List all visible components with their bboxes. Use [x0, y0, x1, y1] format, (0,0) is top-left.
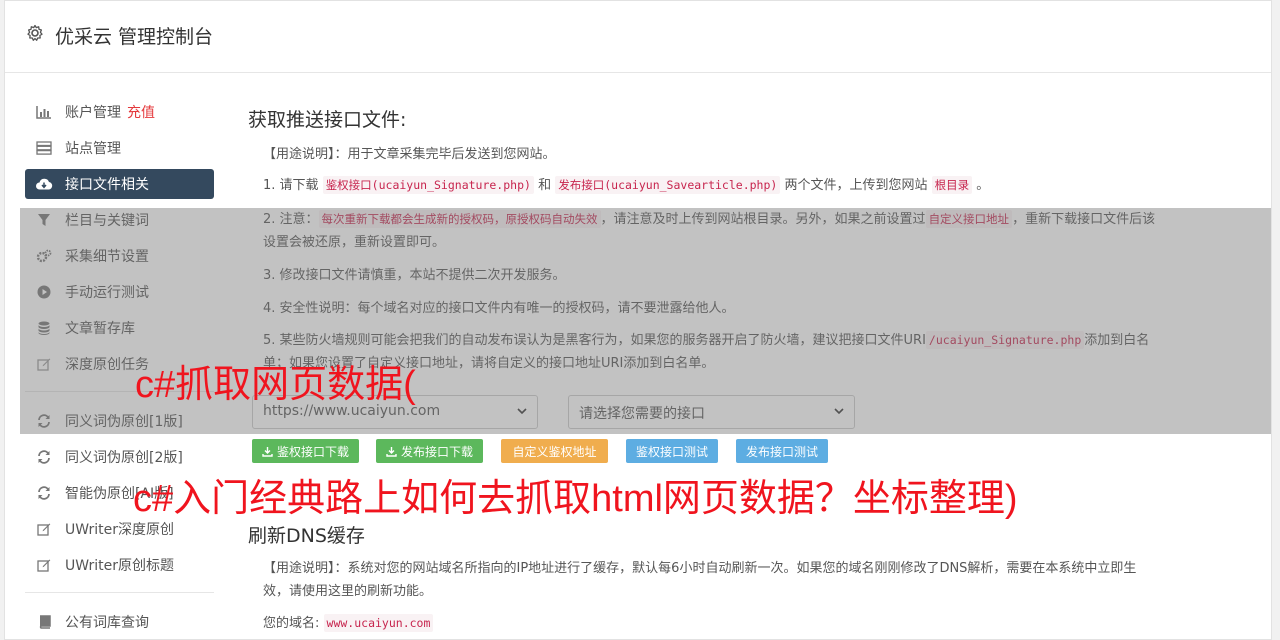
sidebar-item-account[interactable]: 账户管理 充值 — [25, 97, 214, 127]
sidebar-item-label: 站点管理 — [65, 141, 121, 157]
code-warning: 每次重新下载都会生成新的授权码，原授权码自动失效 — [318, 210, 601, 228]
sidebar-item-article-store[interactable]: 文章暂存库 — [25, 313, 214, 343]
instruction-3: 3. 修改接口文件请慎重，本站不提供二次开发服务。 — [263, 268, 566, 283]
bar-chart-icon — [35, 103, 53, 121]
sidebar-item-label: 栏目与关键词 — [65, 213, 149, 229]
domain-row: 您的域名: www.ucaiyun.com — [263, 612, 1158, 635]
sidebar-item-public-lexicon[interactable]: 公有词库查询 — [25, 607, 214, 637]
sidebar-item-uwriter-title[interactable]: UWriter原创标题 — [25, 550, 214, 580]
sidebar-item-sites[interactable]: 站点管理 — [25, 133, 214, 163]
book-icon — [35, 613, 53, 631]
text: 5. 某些防火墙规则可能会把我们的自动发布误认为是黑客行为，如果您的服务器开启了… — [263, 333, 926, 348]
app-window: 优采云 管理控制台 账户管理 充值 站点管理 接口文件相关 栏目与关键词 采集细… — [4, 0, 1272, 640]
test-publish-button[interactable]: 发布接口测试 — [736, 439, 828, 463]
sidebar-item-manual-run[interactable]: 手动运行测试 — [25, 277, 214, 307]
code-signature-uri: /ucaiyun_Signature.php — [925, 331, 1085, 349]
section-title-dns: 刷新DNS缓存 — [248, 525, 365, 547]
sidebar-item-label: 同义词伪原创[1版] — [65, 414, 183, 430]
button-label: 鉴权接口下载 — [276, 444, 349, 459]
code-publish-file: 发布接口(ucaiyun_Savearticle.php) — [555, 176, 781, 194]
cloud-download-icon — [35, 175, 53, 193]
code-signature-file: 鉴权接口(ucaiyun_Signature.php) — [322, 176, 534, 194]
button-label: 自定义鉴权地址 — [512, 444, 597, 459]
api-select[interactable]: 请选择您需要的接口 — [568, 395, 855, 429]
instruction-1: 1. 请下载 鉴权接口(ucaiyun_Signature.php) 和 发布接… — [263, 174, 1158, 197]
sidebar-item-label: UWriter深度原创 — [65, 522, 174, 538]
play-circle-icon — [35, 283, 53, 301]
sidebar-item-interface-files[interactable]: 接口文件相关 — [25, 169, 214, 199]
edit-icon — [35, 520, 53, 538]
filter-icon — [35, 211, 53, 229]
watermark-line-2: c#入门经典路上如何去抓取html网页数据？坐标整理) — [133, 478, 1018, 520]
button-label: 发布接口下载 — [400, 444, 473, 459]
sidebar-item-label: 手动运行测试 — [65, 285, 149, 301]
instruction-2: 2. 注意： 每次重新下载都会生成新的授权码，原授权码自动失效 ，请注意及时上传到网… — [263, 208, 1158, 254]
sidebar-item-label: 同义词伪原创[2版] — [65, 450, 183, 466]
app-title: 优采云 管理控制台 — [55, 26, 214, 48]
download-signature-button[interactable]: 鉴权接口下载 — [252, 439, 359, 463]
api-select-placeholder: 请选择您需要的接口 — [579, 406, 705, 422]
text: ，请注意及时上传到网站根目录。另外，如果之前设置过 — [600, 212, 926, 227]
cogs-icon — [35, 247, 53, 265]
usage-note: 【用途说明】：用于文章采集完毕后发送到您网站。 — [263, 147, 556, 162]
edit-icon — [35, 355, 53, 373]
server-icon — [35, 139, 53, 157]
sidebar-item-collect-settings[interactable]: 采集细节设置 — [25, 241, 214, 271]
download-icon — [386, 446, 397, 457]
sidebar-item-label: 文章暂存库 — [65, 321, 135, 337]
text: 1. 请下载 — [263, 178, 319, 193]
download-icon — [262, 446, 273, 457]
domain-value: www.ucaiyun.com — [323, 614, 434, 632]
button-label: 鉴权接口测试 — [635, 444, 708, 459]
sidebar-item-label: 接口文件相关 — [65, 177, 149, 193]
sidebar-item-label: 采集细节设置 — [65, 249, 149, 265]
text: 。 — [976, 178, 990, 193]
download-publish-button[interactable]: 发布接口下载 — [376, 439, 483, 463]
text: 两个文件，上传到您网站 — [784, 178, 928, 193]
test-signature-button[interactable]: 鉴权接口测试 — [626, 439, 718, 463]
recharge-link[interactable]: 充值 — [127, 102, 155, 122]
sidebar-item-label: 账户管理 — [65, 105, 121, 121]
sidebar-item-keywords[interactable]: 栏目与关键词 — [25, 205, 214, 235]
sidebar-item-label: 公有词库查询 — [65, 615, 149, 631]
button-label: 发布接口测试 — [745, 444, 818, 459]
sidebar-divider — [25, 592, 214, 593]
code-root-dir: 根目录 — [931, 176, 973, 194]
chevron-down-icon — [517, 408, 527, 415]
text: 和 — [538, 178, 552, 193]
dns-usage-note: 【用途说明】：系统对您的网站域名所指向的IP地址进行了缓存，默认每6小时自动刷新… — [263, 561, 1137, 599]
code-custom-url: 自定义接口地址 — [925, 210, 1013, 228]
domain-label: 您的域名: — [263, 616, 320, 631]
refresh-icon — [35, 484, 53, 502]
chevron-down-icon — [834, 408, 844, 415]
edit-icon — [35, 556, 53, 574]
instruction-4: 4. 安全性说明：每个域名对应的接口文件内有唯一的授权码，请不要泄露给他人。 — [263, 301, 735, 316]
sidebar-item-label: UWriter原创标题 — [65, 558, 174, 574]
refresh-icon — [35, 412, 53, 430]
header: 优采云 管理控制台 — [5, 1, 1271, 73]
section-title-get-files: 获取推送接口文件: — [248, 109, 407, 131]
sidebar-item-synonym-v1[interactable]: 同义词伪原创[1版] — [25, 406, 214, 436]
custom-signature-button[interactable]: 自定义鉴权地址 — [501, 439, 608, 463]
refresh-icon — [35, 448, 53, 466]
watermark-line-1: c#抓取网页数据( — [135, 364, 416, 406]
database-icon — [35, 319, 53, 337]
text: 2. 注意： — [263, 212, 319, 227]
gear-icon — [27, 24, 43, 41]
